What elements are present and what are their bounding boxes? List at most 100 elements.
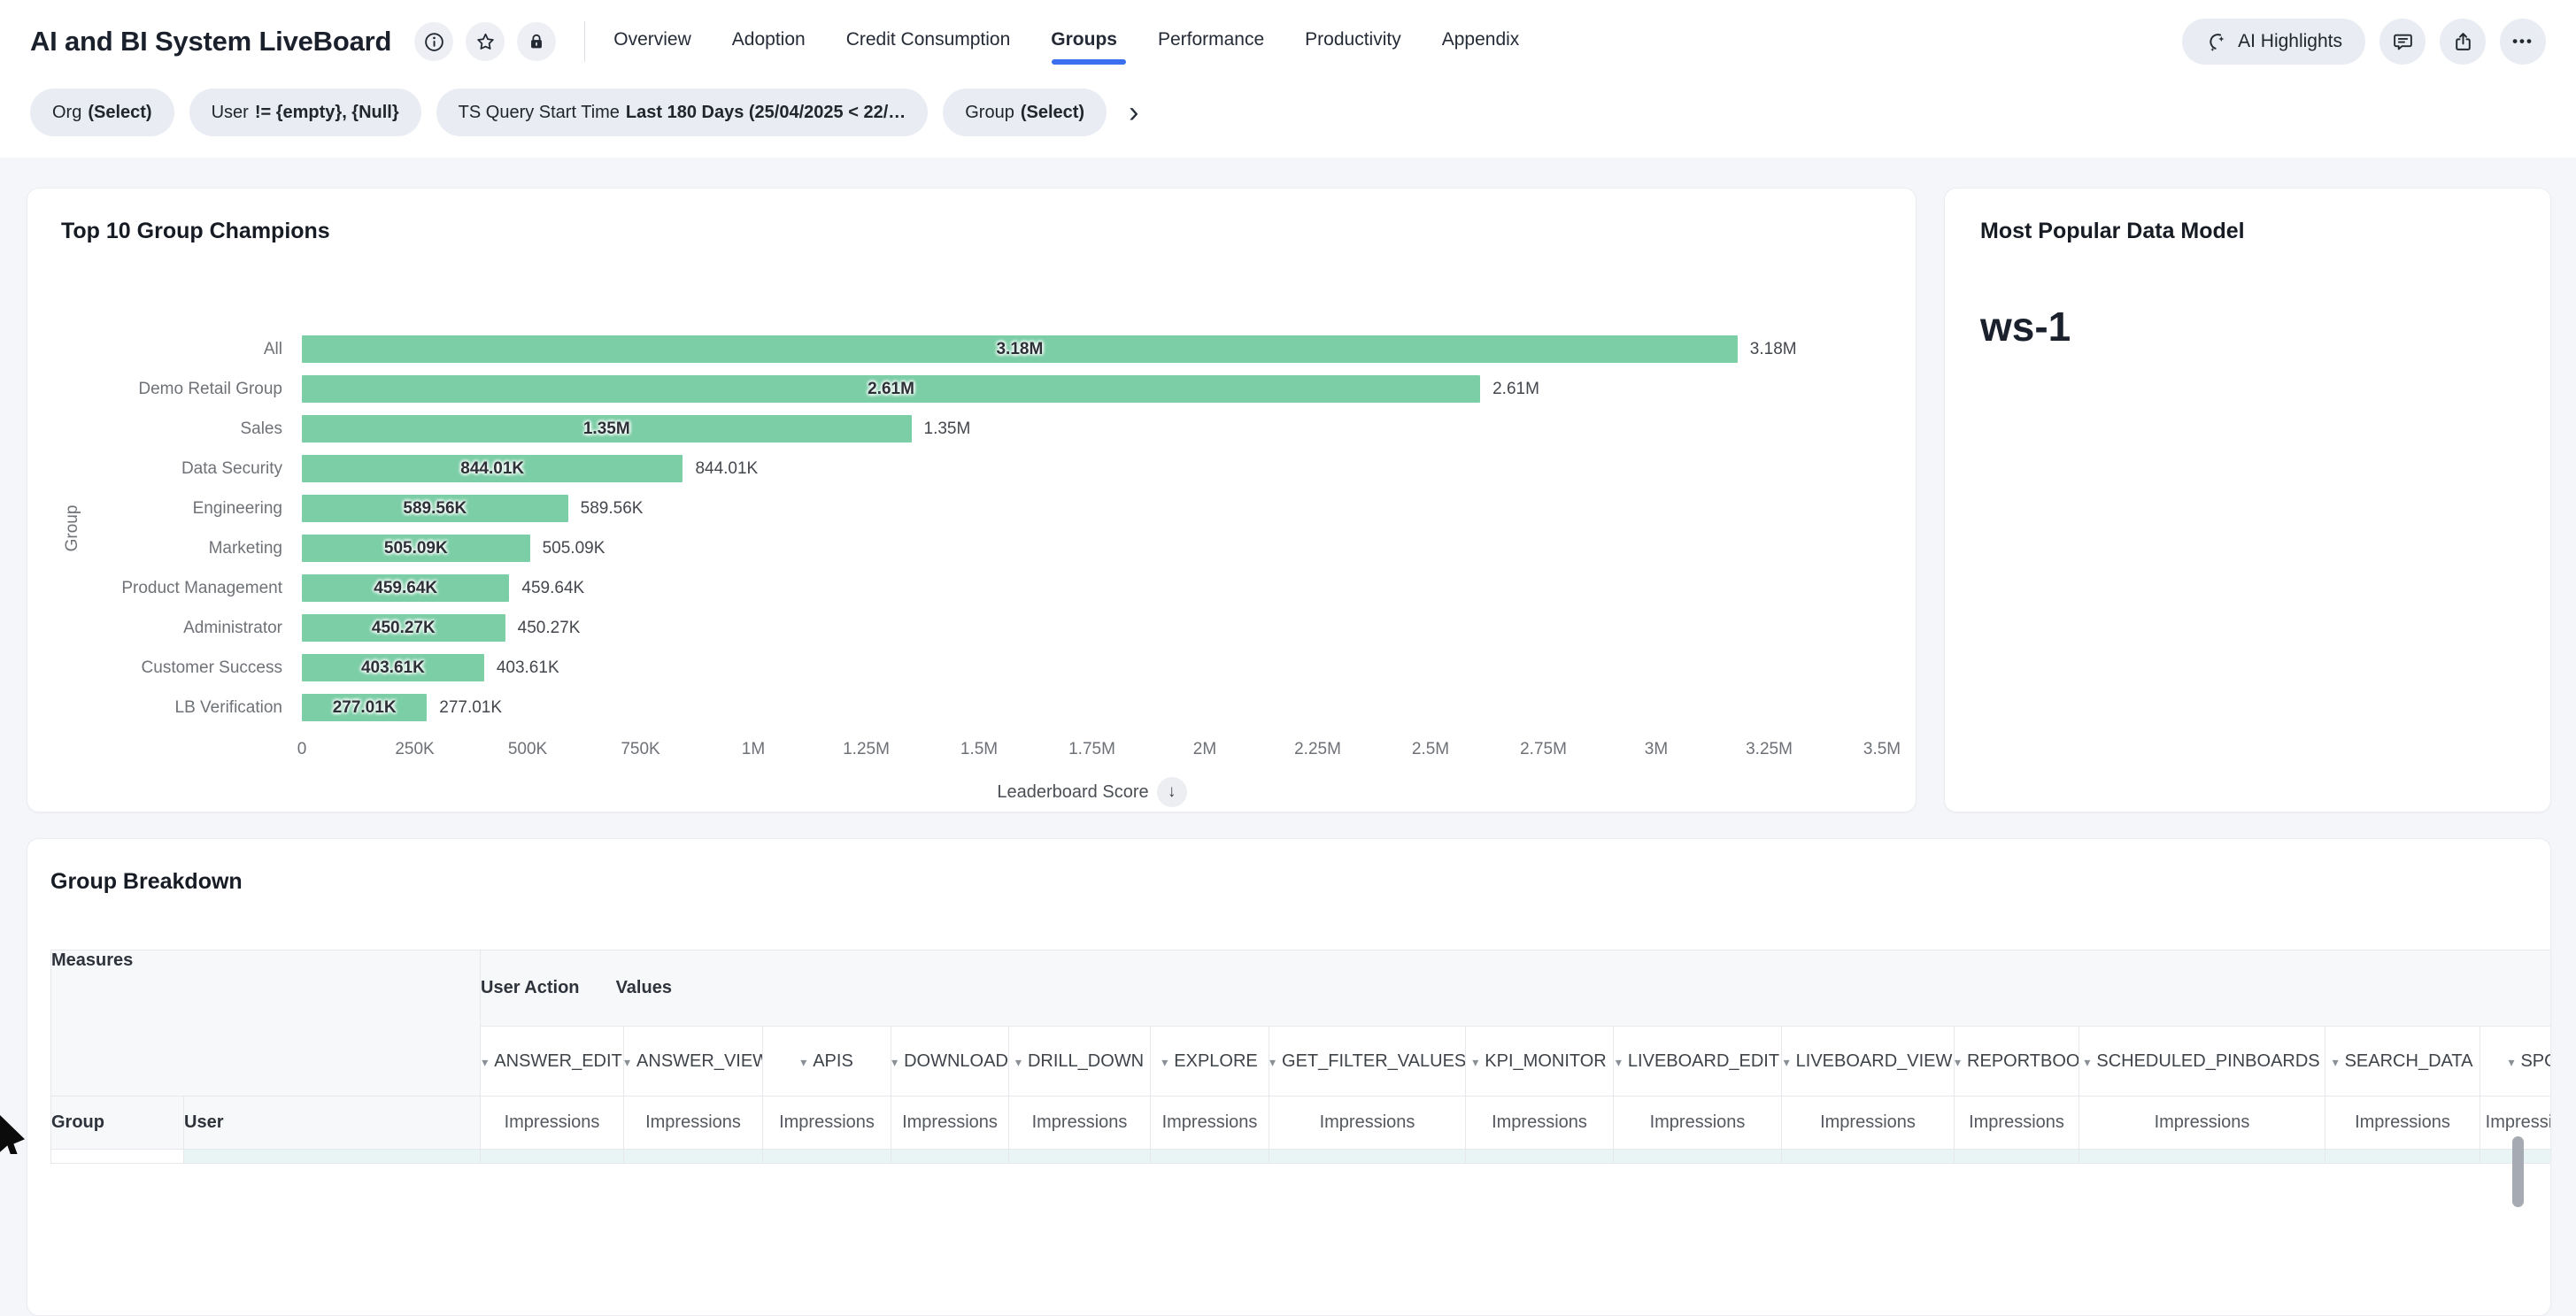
- bar-value-label-outside: 589.56K: [581, 499, 644, 519]
- metric-label-cell[interactable]: Impressions: [763, 1097, 891, 1150]
- data-cell: [481, 1150, 624, 1164]
- metric-label-cell[interactable]: Impressions: [481, 1097, 624, 1150]
- row-header-user[interactable]: User: [184, 1097, 481, 1150]
- bar[interactable]: 277.01K: [302, 694, 427, 721]
- filter-bar: Org(Select) User!= {empty}, {Null} TS Quer…: [0, 83, 2576, 158]
- metric-label-cell[interactable]: Impressions: [624, 1097, 763, 1150]
- data-model-card: Most Popular Data Model ws-1: [1944, 188, 2551, 812]
- bar[interactable]: 1.35M: [302, 415, 912, 443]
- bar[interactable]: 844.01K: [302, 455, 683, 482]
- bar-value-label-outside: 844.01K: [695, 459, 758, 479]
- column-name: DRILL_DOWN: [1028, 1051, 1144, 1071]
- bar[interactable]: 589.56K: [302, 495, 568, 522]
- bar[interactable]: 403.61K: [302, 654, 484, 681]
- tab-overview[interactable]: Overview: [613, 17, 691, 66]
- bar-chart: Group All3.18M3.18MDemo Retail Group2.61…: [61, 329, 1882, 807]
- category-label: Data Security: [61, 459, 302, 479]
- filter-chip-ts-query-start-time[interactable]: TS Query Start TimeLast 180 Days (25/04/…: [436, 89, 929, 136]
- sort-caret-icon: ▾: [1472, 1055, 1478, 1069]
- more-menu-icon[interactable]: •••: [2500, 19, 2546, 65]
- sort-caret-icon: ▾: [2333, 1055, 2339, 1069]
- lock-icon[interactable]: [517, 22, 556, 61]
- metric-label-cell[interactable]: Impressions: [1009, 1097, 1151, 1150]
- x-tick-label: 2M: [1193, 740, 1216, 759]
- filter-chip-name: Org: [52, 103, 81, 123]
- table-vertical-scrollbar[interactable]: [2512, 1136, 2524, 1207]
- metric-label-cell[interactable]: Impressions: [2325, 1097, 2480, 1150]
- chart-row-product-management: Product Management459.64K459.64K: [61, 568, 1882, 608]
- metric-label-cell[interactable]: Impressions: [1955, 1097, 2079, 1150]
- category-label: Administrator: [61, 619, 302, 638]
- bar[interactable]: 505.09K: [302, 535, 530, 562]
- metric-label-cell[interactable]: Impressions: [1614, 1097, 1782, 1150]
- metric-label-cell[interactable]: Impressions: [1782, 1097, 1955, 1150]
- bar[interactable]: 3.18M: [302, 335, 1738, 363]
- values-dimension-label[interactable]: Values: [616, 978, 672, 997]
- sort-descending-icon[interactable]: ↓: [1157, 777, 1187, 807]
- nav-tabs: Overview Adoption Credit Consumption Groups…: [613, 17, 1519, 66]
- bar-track: 3.18M3.18M: [302, 329, 1882, 369]
- column-header-answer-view[interactable]: ▾ANSWER_VIEW: [624, 1027, 763, 1097]
- column-header-download[interactable]: ▾DOWNLOAD: [891, 1027, 1009, 1097]
- column-name: SCHEDULED_PINBOARDS: [2096, 1051, 2319, 1071]
- column-header-reportbook[interactable]: ▾REPORTBOOK: [1955, 1027, 2079, 1097]
- tab-adoption[interactable]: Adoption: [732, 17, 806, 66]
- bar-track: 277.01K277.01K: [302, 688, 1882, 727]
- group-breakdown-card: Group Breakdown Measures User Action Val…: [27, 838, 2551, 1316]
- chart-row-customer-success: Customer Success403.61K403.61K: [61, 648, 1882, 688]
- data-cell: [1151, 1150, 1269, 1164]
- column-header-answer-edit[interactable]: ▾ANSWER_EDIT: [481, 1027, 624, 1097]
- column-header-search-data[interactable]: ▾SEARCH_DATA: [2325, 1027, 2480, 1097]
- bar[interactable]: 459.64K: [302, 574, 509, 602]
- column-header-liveboard-view[interactable]: ▾LIVEBOARD_VIEW: [1782, 1027, 1955, 1097]
- data-cell: [51, 1150, 184, 1164]
- data-model-value: ws-1: [1980, 303, 2515, 350]
- category-label: Marketing: [61, 539, 302, 558]
- bar[interactable]: 450.27K: [302, 614, 505, 642]
- column-header-get-filter-values[interactable]: ▾GET_FILTER_VALUES: [1269, 1027, 1466, 1097]
- bar-value-label-inside: 3.18M: [302, 340, 1738, 359]
- column-header-spo[interactable]: ▾SPO: [2480, 1027, 2552, 1097]
- x-tick-label: 0: [297, 740, 307, 759]
- filter-chip-group[interactable]: Group(Select): [943, 89, 1107, 136]
- metric-label-cell[interactable]: Impressions: [1269, 1097, 1466, 1150]
- tab-groups[interactable]: Groups: [1051, 17, 1117, 66]
- comments-button[interactable]: [2379, 19, 2426, 65]
- bar-track: 505.09K505.09K: [302, 528, 1882, 568]
- chart-y-axis-label: Group: [63, 505, 82, 552]
- column-header-apis[interactable]: ▾APIS: [763, 1027, 891, 1097]
- tab-performance[interactable]: Performance: [1158, 17, 1264, 66]
- tab-productivity[interactable]: Productivity: [1305, 17, 1401, 66]
- bar-track: 459.64K459.64K: [302, 568, 1882, 608]
- metric-label-cell[interactable]: Impressions: [1466, 1097, 1614, 1150]
- tab-credit-consumption[interactable]: Credit Consumption: [846, 17, 1011, 66]
- metric-label-cell[interactable]: Impressions: [891, 1097, 1009, 1150]
- column-header-explore[interactable]: ▾EXPLORE: [1151, 1027, 1269, 1097]
- chart-row-lb-verification: LB Verification277.01K277.01K: [61, 688, 1882, 727]
- title-icons: [414, 22, 556, 61]
- filter-chip-value: != {empty}, {Null}: [255, 103, 399, 123]
- measures-header[interactable]: Measures: [51, 950, 481, 1097]
- bar[interactable]: 2.61M: [302, 375, 1480, 403]
- tab-appendix[interactable]: Appendix: [1442, 17, 1520, 66]
- row-header-group[interactable]: Group: [51, 1097, 184, 1150]
- metric-label-cell[interactable]: Impressions: [1151, 1097, 1269, 1150]
- column-header-drill-down[interactable]: ▾ DRILL_DOWN: [1009, 1027, 1151, 1097]
- bar-track: 2.61M2.61M: [302, 369, 1882, 409]
- category-label: All: [61, 340, 302, 359]
- metric-label-cell[interactable]: Impressions: [2079, 1097, 2325, 1150]
- ai-highlights-button[interactable]: AI Highlights: [2182, 19, 2365, 65]
- column-header-liveboard-edit[interactable]: ▾LIVEBOARD_EDIT: [1614, 1027, 1782, 1097]
- sort-caret-icon: ▾: [2508, 1055, 2514, 1069]
- share-button[interactable]: [2440, 19, 2486, 65]
- info-icon[interactable]: [414, 22, 453, 61]
- filter-chip-org[interactable]: Org(Select): [30, 89, 174, 136]
- favorite-star-icon[interactable]: [466, 22, 505, 61]
- sort-caret-icon: ▾: [1015, 1055, 1022, 1069]
- column-header-kpi-monitor[interactable]: ▾KPI_MONITOR: [1466, 1027, 1614, 1097]
- data-cell: [184, 1150, 481, 1164]
- user-action-dimension-label[interactable]: User Action: [481, 978, 611, 998]
- filter-chip-user[interactable]: User!= {empty}, {Null}: [189, 89, 421, 136]
- filter-overflow-chevron-icon[interactable]: ›: [1122, 97, 1145, 127]
- column-header-scheduled-pinboards[interactable]: ▾SCHEDULED_PINBOARDS: [2079, 1027, 2325, 1097]
